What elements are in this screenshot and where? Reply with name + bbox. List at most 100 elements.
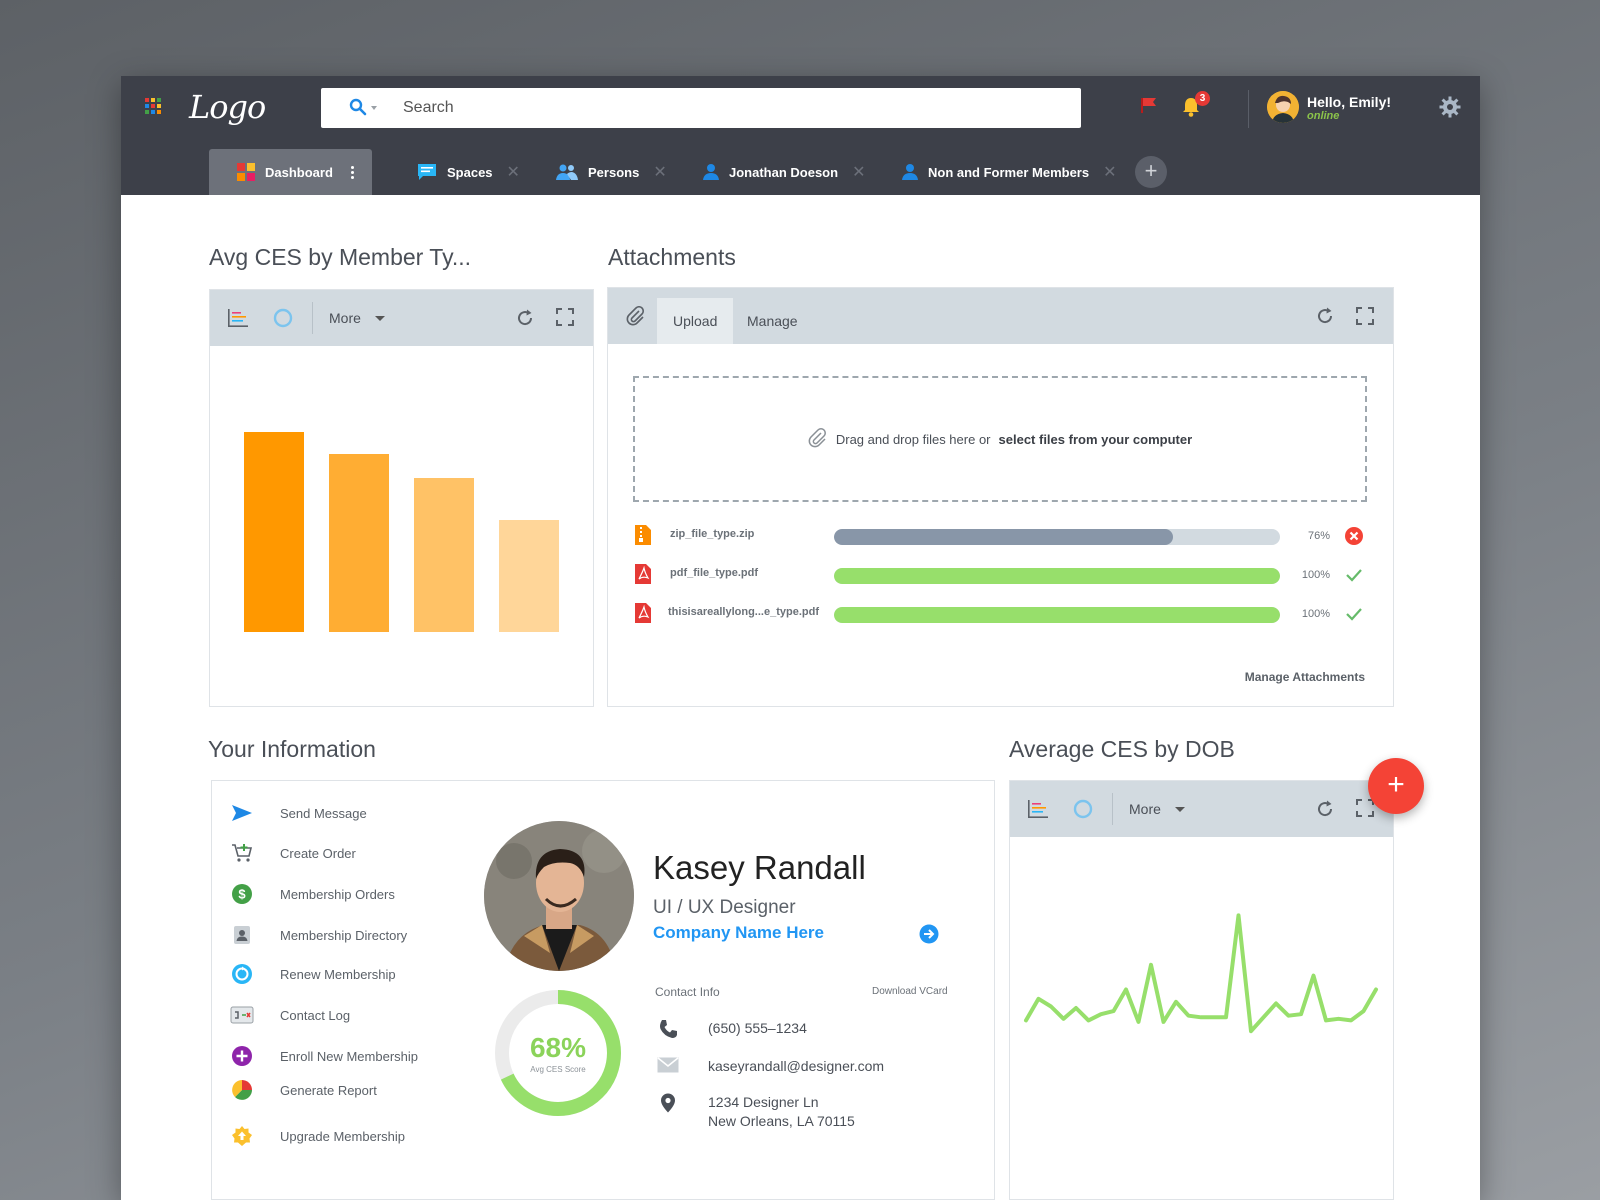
donut-chart-icon[interactable] [1073,799,1093,819]
user-greeting[interactable]: Hello, Emily! [1307,94,1391,110]
score-label-group: 68% Avg CES Score [490,985,626,1121]
bar-chart-icon[interactable] [1027,799,1049,819]
pie-chart-icon [230,1078,254,1102]
widget-title: Your Information [208,736,376,762]
close-icon[interactable]: ✕ [852,162,865,182]
action-membership-directory[interactable]: Membership Directory [230,923,407,947]
search-icon[interactable] [349,98,367,121]
add-tab-button[interactable]: + [1135,156,1167,188]
search-input[interactable] [403,96,1043,120]
widget-title: Attachments [608,244,736,270]
action-send-message[interactable]: Send Message [230,801,367,825]
arrow-right-circle-icon[interactable] [919,924,939,949]
widget-title: Average CES by DOB [1009,736,1235,762]
manage-attachments-link[interactable]: Manage Attachments [1245,670,1365,684]
dropzone-text: Drag and drop files here or [835,431,991,447]
bar[interactable] [414,478,474,632]
contact-phone[interactable]: (650) 555–1234 [656,1019,807,1039]
progress-percent: 100% [1301,608,1330,620]
bar-chart-icon[interactable] [227,308,249,328]
email-address: kaseyrandall@designer.com [708,1058,885,1074]
close-icon[interactable]: ✕ [1103,162,1116,182]
card-toolbar: Upload Manage [608,288,1393,344]
contact-address[interactable]: 1234 Designer Ln New Orleans, LA 70115 [656,1093,855,1131]
renew-icon [230,962,254,986]
person-icon [703,164,719,180]
gear-icon[interactable] [1439,96,1461,123]
file-row: thisisareallylong...e_type.pdf 100% [634,602,1368,626]
tab-upload[interactable]: Upload [657,298,734,344]
people-icon [556,164,578,180]
action-renew-membership[interactable]: Renew Membership [230,962,396,986]
search-scope-dropdown-icon[interactable] [371,106,377,110]
action-enroll-new-membership[interactable]: Enroll New Membership [230,1044,418,1068]
action-upgrade-membership[interactable]: Upgrade Membership [230,1124,405,1148]
action-label: Renew Membership [280,966,396,982]
your-information-card: Send Message Create Order $ Membership O… [211,780,995,1200]
action-generate-report[interactable]: Generate Report [230,1078,377,1102]
series-line[interactable] [1024,913,1378,1034]
contact-log-icon [230,1003,254,1027]
action-label: Send Message [280,805,367,821]
tab-dashboard[interactable]: Dashboard [209,149,372,195]
fullscreen-icon[interactable] [1356,799,1374,817]
phone-icon [656,1019,680,1039]
tab-non-and-former-members[interactable]: Non and Former Members ✕ [902,149,1117,195]
close-icon[interactable]: ✕ [507,162,520,182]
close-icon[interactable]: ✕ [653,162,666,182]
card-toolbar: More [210,290,593,346]
download-vcard-link[interactable]: Download VCard [872,986,948,997]
more-label: More [329,310,361,326]
file-dropzone[interactable]: Drag and drop files here or select files… [633,376,1367,502]
profile-photo [484,821,634,971]
action-label: Create Order [280,845,356,861]
bar-chart [244,432,559,632]
apps-grid-icon[interactable] [145,98,161,114]
action-membership-orders[interactable]: $ Membership Orders [230,882,395,906]
refresh-icon[interactable] [515,308,535,328]
refresh-icon[interactable] [1315,306,1335,326]
action-contact-log[interactable]: Contact Log [230,1003,350,1027]
contact-card-icon [230,923,254,947]
toolbar-divider [312,302,313,334]
user-status: online [1307,110,1340,122]
fullscreen-icon[interactable] [1356,307,1374,325]
company-link[interactable]: Company Name Here [653,923,824,943]
tab-jonathan-doeson[interactable]: Jonathan Doeson ✕ [703,149,865,195]
toolbar-divider [1112,793,1113,825]
tab-menu-icon[interactable] [350,165,354,179]
tab-label: Persons [588,164,640,180]
more-dropdown[interactable]: More [329,310,385,326]
action-label: Generate Report [280,1082,377,1098]
refresh-icon[interactable] [1315,799,1335,819]
bar[interactable] [329,454,389,632]
tab-manage[interactable]: Manage [731,298,814,344]
tab-persons[interactable]: Persons ✕ [556,149,667,195]
user-avatar[interactable] [1267,91,1299,123]
action-label: Membership Directory [280,927,408,943]
progress-bar [834,568,1280,584]
bar[interactable] [244,432,304,632]
donut-chart-icon[interactable] [273,308,293,328]
tab-label: Jonathan Doeson [729,164,839,180]
file-name: thisisareallylong...e_type.pdf [668,606,819,618]
progress-percent: 76% [1307,530,1330,542]
bar[interactable] [499,520,559,632]
send-icon [230,801,254,825]
svg-text:$: $ [238,887,246,902]
action-label: Membership Orders [280,886,395,902]
tab-spaces[interactable]: Spaces ✕ [417,149,520,195]
fullscreen-icon[interactable] [556,308,574,326]
logo[interactable]: Logo [189,88,266,126]
file-name: zip_file_type.zip [670,528,755,540]
select-files-link[interactable]: select files from your computer [999,432,1193,447]
dropdown-arrow-icon [1174,806,1185,812]
flag-icon[interactable] [1139,96,1159,119]
score-caption: Avg CES Score [530,1065,586,1074]
add-widget-button[interactable]: + [1368,758,1424,814]
more-dropdown[interactable]: More [1129,801,1185,817]
progress-fill [834,529,1173,545]
contact-email[interactable]: kaseyrandall@designer.com [656,1057,884,1076]
cancel-upload-icon[interactable] [1344,526,1364,551]
action-create-order[interactable]: Create Order [230,841,356,865]
